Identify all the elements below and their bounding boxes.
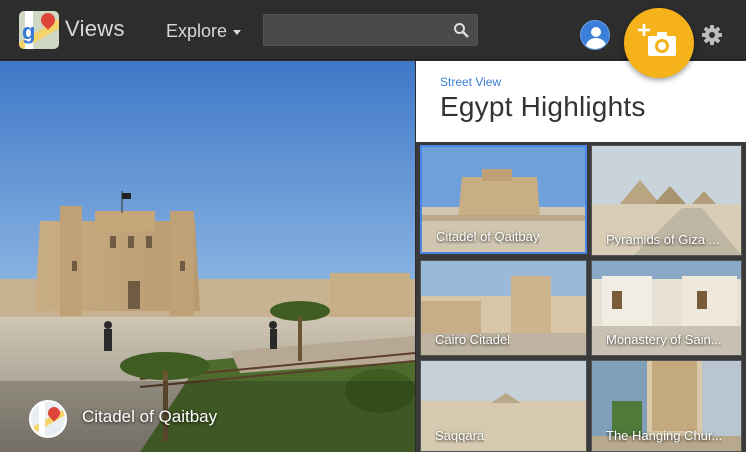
photo-tile-cairo-citadel[interactable]: Cairo Citadel bbox=[420, 260, 587, 356]
breadcrumb[interactable]: Street View bbox=[440, 75, 501, 89]
photo-tile-citadel-of-qaitbay[interactable]: Citadel of Qaitbay bbox=[420, 145, 587, 254]
photo-tile-monastery-of-saint[interactable]: Monastery of Sain... bbox=[591, 260, 742, 356]
photo-tile-saqqara[interactable]: Saqqara bbox=[420, 360, 587, 452]
chevron-down-icon bbox=[233, 29, 242, 35]
tile-label: Citadel of Qaitbay bbox=[436, 229, 540, 244]
app-name: Views bbox=[65, 16, 125, 41]
scene-title: Citadel of Qaitbay bbox=[82, 407, 218, 426]
explore-menu[interactable]: Explore bbox=[166, 21, 242, 42]
panel-header: Street View Egypt Highlights bbox=[416, 61, 746, 142]
photo-tile-the-hanging-church[interactable]: The Hanging Chur... bbox=[591, 360, 742, 452]
tile-label: Pyramids of Giza ... bbox=[606, 232, 720, 247]
gear-icon[interactable] bbox=[702, 25, 722, 45]
search-input[interactable] bbox=[264, 15, 444, 45]
maps-logo-icon[interactable]: g bbox=[19, 11, 59, 49]
tile-label: Saqqara bbox=[435, 428, 485, 443]
collection-panel: Street View Egypt Highlights Citadel of … bbox=[416, 61, 746, 452]
add-photo-camera-icon bbox=[638, 24, 676, 56]
search-box bbox=[263, 14, 478, 46]
page-title: Egypt Highlights bbox=[440, 91, 646, 122]
search-icon[interactable] bbox=[453, 22, 469, 38]
street-view-panorama[interactable]: Citadel of Qaitbay bbox=[0, 61, 415, 452]
street-view-badge-icon[interactable] bbox=[29, 400, 67, 438]
explore-label: Explore bbox=[166, 21, 228, 41]
panorama-image bbox=[0, 61, 415, 452]
tile-label: The Hanging Chur... bbox=[606, 428, 723, 443]
add-photo-button[interactable] bbox=[624, 8, 694, 78]
photo-tile-pyramids-of-giza[interactable]: Pyramids of Giza ... bbox=[591, 145, 742, 256]
account-avatar-icon[interactable] bbox=[580, 20, 610, 50]
tile-label: Monastery of Sain... bbox=[606, 332, 722, 347]
tile-label: Cairo Citadel bbox=[435, 332, 511, 347]
